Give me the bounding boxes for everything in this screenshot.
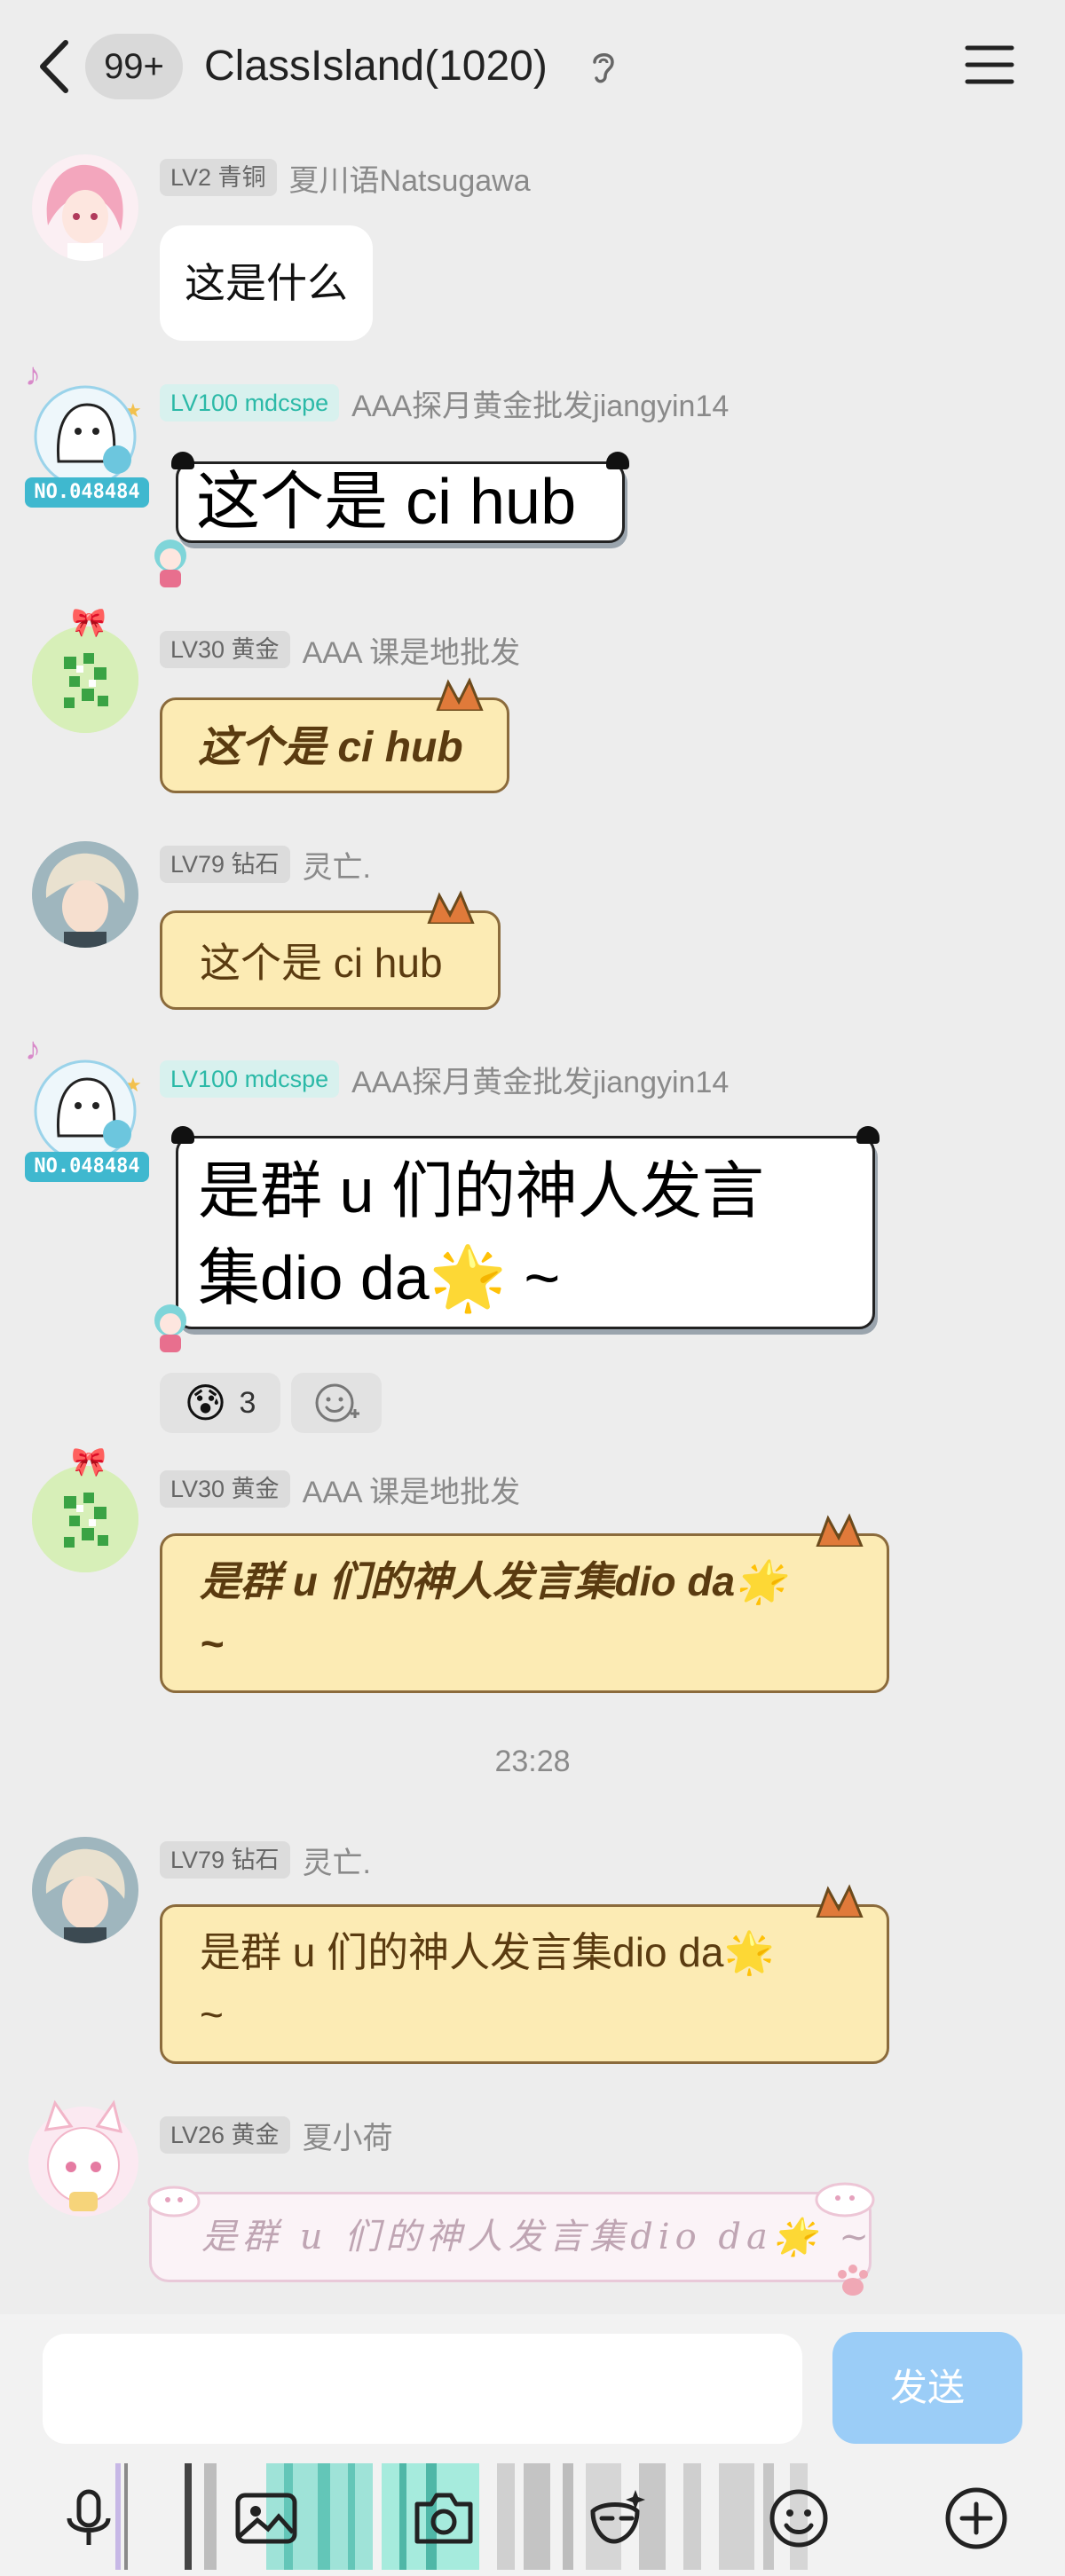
- effects-icon[interactable]: [584, 2485, 651, 2552]
- message-bubble[interactable]: 是群 u 们的神人发言集dio da🌟 ~: [160, 1884, 889, 2064]
- toolbar: [0, 2463, 1065, 2570]
- sender-name[interactable]: AAA探月黄金批发jiangyin14: [351, 382, 729, 425]
- panda-ear-icon: [856, 1126, 880, 1144]
- image-icon[interactable]: [233, 2485, 300, 2552]
- plus-icon[interactable]: [943, 2485, 1010, 2552]
- avatar-frame[interactable]: [20, 2094, 153, 2227]
- message-text-line: 集dio da🌟 ~: [198, 1243, 561, 1312]
- sender-name[interactable]: 灵亡.: [303, 843, 371, 886]
- sender-meta: LV30 黄金 AAA 课是地批发: [160, 1469, 520, 1509]
- avatar-frame[interactable]: ♪ ★ NO.048484: [20, 355, 153, 515]
- sender-name[interactable]: AAA 课是地批发: [303, 628, 521, 672]
- unread-count-badge[interactable]: 99+: [85, 34, 183, 99]
- level-badge: LV100 mdcspe: [160, 384, 340, 421]
- level-badge: LV30 黄金: [160, 1470, 290, 1508]
- sender-name[interactable]: 灵亡.: [303, 1839, 371, 1882]
- sender-meta: LV2 青铜 夏川语Natsugawa: [160, 156, 531, 200]
- time-divider: 23:28: [494, 1745, 571, 1778]
- avatar-frame[interactable]: ♪ ★ NO.048484: [20, 1029, 153, 1189]
- avatar[interactable]: 🎀: [32, 1446, 138, 1572]
- svg-text:♪: ♪: [25, 1030, 41, 1067]
- message-text: 这个是 ci hub: [200, 940, 443, 986]
- svg-text:♪: ♪: [25, 356, 41, 392]
- sender-name[interactable]: 夏小荷: [303, 2114, 393, 2157]
- message-text: 是群 u 们的神人发言集dio da🌟 ~: [201, 2217, 874, 2257]
- message-bubble[interactable]: 这个是 ci hub: [160, 890, 501, 1010]
- sender-meta: LV26 黄金 夏小荷: [160, 2115, 393, 2155]
- bow-icon: 🎀: [71, 1446, 106, 1477]
- level-badge: LV79 钻石: [160, 1841, 290, 1879]
- level-badge: LV79 钻石: [160, 846, 290, 883]
- chibi-sticker-icon: [154, 540, 186, 587]
- reaction-emoji: 😰: [184, 1380, 227, 1426]
- chat-header: 99+ ClassIsland(1020): [0, 0, 1065, 133]
- message-text-line: 是群 u 们的神人发言集dio da🌟: [200, 1558, 786, 1604]
- add-reaction-button[interactable]: [291, 1373, 382, 1433]
- camera-icon[interactable]: [410, 2485, 477, 2552]
- message-text-line: ~: [200, 1620, 224, 1666]
- avatar-number-badge: NO.048484: [34, 1155, 140, 1178]
- bow-icon: 🎀: [71, 606, 106, 638]
- mic-icon[interactable]: [55, 2485, 122, 2552]
- message-text: 这个是 ci hub: [198, 724, 463, 771]
- emoji-icon[interactable]: [765, 2485, 832, 2552]
- reaction-pill[interactable]: 😰 3: [160, 1373, 280, 1433]
- message-text-line: 是群 u 们的神人发言集dio da🌟: [200, 1929, 775, 1975]
- message-text: 这是什么: [185, 260, 348, 306]
- cat-ears-icon: [436, 677, 484, 711]
- level-badge: LV2 青铜: [160, 159, 277, 196]
- chibi-sticker-icon: [154, 1304, 186, 1352]
- level-badge: LV26 黄金: [160, 2116, 290, 2154]
- input-bar: 发送: [0, 2314, 1065, 2576]
- menu-icon[interactable]: [964, 43, 1015, 87]
- ear-icon: [593, 53, 614, 83]
- message-text-line: ~: [200, 1991, 224, 2037]
- cloud-cat-icon: [147, 2186, 201, 2218]
- avatar[interactable]: [32, 1837, 138, 1943]
- sender-meta: LV30 黄金 AAA 课是地批发: [160, 628, 521, 672]
- cat-girl-avatar-icon: [28, 2099, 138, 2217]
- message-bubble[interactable]: 这个是 ci hub: [171, 452, 629, 543]
- sender-meta: LV100 mdcspe AAA探月黄金批发jiangyin14: [160, 382, 729, 425]
- panda-ear-icon: [606, 452, 629, 469]
- sender-name[interactable]: 夏川语Natsugawa: [289, 156, 531, 200]
- message-bubble[interactable]: 这是什么: [160, 225, 373, 341]
- send-button[interactable]: 发送: [832, 2332, 1022, 2444]
- sender-meta: LV79 钻石 灵亡.: [160, 1839, 371, 1882]
- anime-girl-avatar-icon: [32, 154, 138, 261]
- message-bubble[interactable]: 是群 u 们的神人发言集dio da🌟 ~: [160, 1513, 889, 1693]
- panda-ear-icon: [171, 1126, 194, 1144]
- avatar[interactable]: 🎀: [32, 606, 138, 733]
- sender-name[interactable]: AAA 课是地批发: [303, 1468, 521, 1511]
- sender-meta: LV79 钻石 灵亡.: [160, 843, 371, 886]
- chat-title[interactable]: ClassIsland(1020): [204, 35, 548, 98]
- message-bubble[interactable]: 是群 u 们的神人发言 集dio da🌟 ~: [171, 1126, 880, 1329]
- back-arrow-icon[interactable]: [32, 35, 76, 98]
- avatar[interactable]: [32, 841, 138, 948]
- message-text-line: 是群 u 们的神人发言: [198, 1156, 764, 1225]
- sender-name[interactable]: AAA探月黄金批发jiangyin14: [351, 1058, 729, 1101]
- message-bubble[interactable]: 这个是 ci hub: [160, 677, 509, 793]
- level-badge: LV100 mdcspe: [160, 1060, 340, 1098]
- message-bubble[interactable]: 是群 u 们的神人发言集dio da🌟 ~: [147, 2182, 875, 2296]
- pixel-art-avatar-icon: [32, 1466, 138, 1572]
- message-input[interactable]: [43, 2334, 802, 2444]
- reaction-count: 3: [239, 1385, 256, 1420]
- panda-ear-icon: [171, 452, 194, 469]
- avatar-number-badge: NO.048484: [34, 481, 140, 503]
- level-badge: LV30 黄金: [160, 631, 290, 668]
- cat-ears-icon: [816, 1884, 864, 1918]
- cat-ears-icon: [427, 890, 475, 924]
- add-emoji-icon: [315, 1383, 359, 1422]
- anime-boy-avatar-icon: [32, 1837, 138, 1943]
- pixel-art-avatar-icon: [32, 626, 138, 733]
- cat-ears-icon: [816, 1513, 864, 1547]
- message-text: 这个是 ci hub: [196, 467, 577, 538]
- anime-boy-avatar-icon: [32, 841, 138, 948]
- avatar[interactable]: [32, 154, 138, 261]
- sender-meta: LV100 mdcspe AAA探月黄金批发jiangyin14: [160, 1060, 729, 1099]
